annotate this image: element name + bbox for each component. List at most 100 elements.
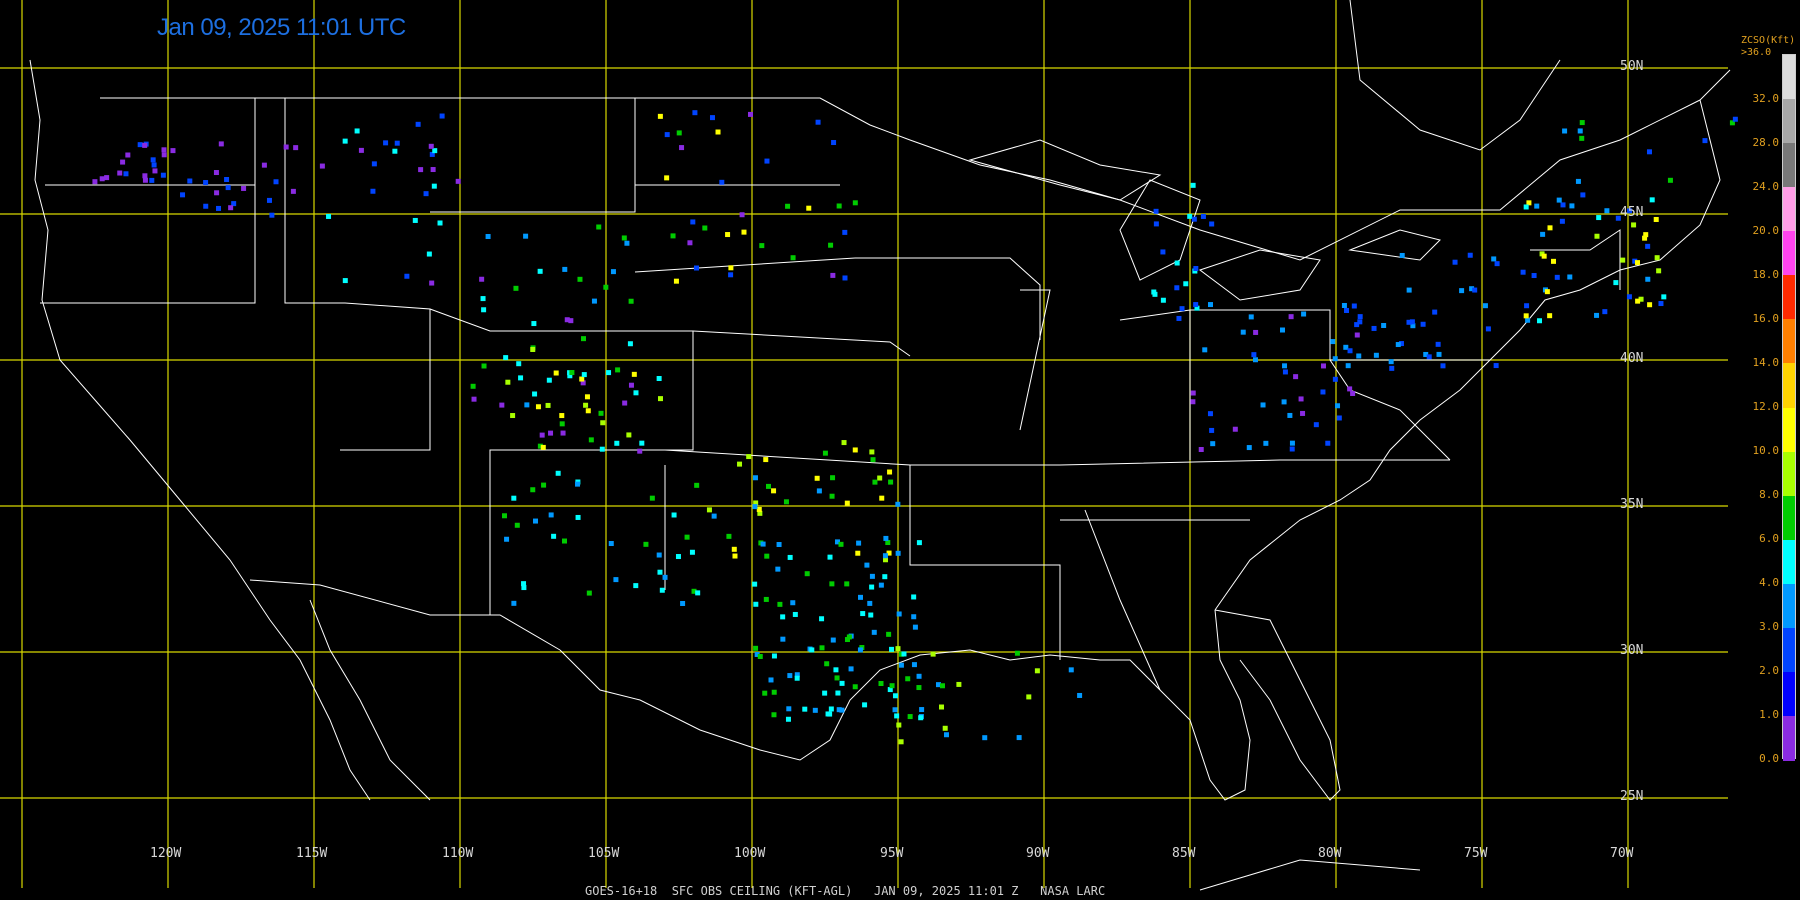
observation-marker [830, 475, 836, 481]
observation-marker [160, 172, 166, 178]
observation-marker [711, 513, 717, 519]
observation-marker [481, 363, 487, 369]
legend-color-segment [1783, 275, 1795, 320]
observation-marker [828, 706, 834, 712]
observation-marker [633, 583, 639, 589]
observation-marker [539, 432, 545, 438]
observation-marker [104, 175, 110, 181]
map-canvas [0, 0, 1738, 891]
observation-marker [485, 234, 491, 240]
observation-marker [170, 148, 176, 154]
observation-marker [499, 402, 505, 408]
observation-marker [1554, 274, 1560, 280]
observation-marker [152, 168, 158, 174]
observation-marker [161, 147, 167, 153]
observation-marker [794, 675, 800, 681]
observation-marker [581, 372, 587, 378]
observation-marker [888, 479, 894, 485]
observation-marker [1459, 288, 1465, 294]
observation-marker [1647, 302, 1653, 308]
observation-marker [203, 180, 209, 186]
observation-marker [785, 203, 791, 209]
observation-marker [855, 550, 861, 556]
observation-marker [560, 430, 566, 436]
observation-marker [1547, 313, 1553, 319]
observation-marker [852, 684, 858, 690]
legend-color-segment [1783, 143, 1795, 188]
observation-marker [939, 683, 945, 689]
observation-marker [771, 488, 777, 494]
observation-marker [555, 470, 561, 476]
observation-marker [546, 377, 552, 383]
observation-marker [1014, 650, 1020, 656]
observation-marker [1325, 440, 1331, 446]
observation-marker [502, 513, 508, 519]
observation-marker [1209, 427, 1215, 433]
observation-marker [290, 188, 296, 194]
observation-marker [656, 376, 662, 382]
longitude-label: 90W [1026, 846, 1050, 861]
observation-marker [869, 584, 875, 590]
observation-marker [844, 581, 850, 587]
observation-marker [725, 232, 731, 238]
observation-marker [664, 132, 670, 138]
observation-marker [656, 552, 662, 558]
observation-marker [596, 224, 602, 230]
observation-marker [1551, 258, 1557, 264]
observation-marker [787, 673, 793, 679]
observation-marker [879, 495, 885, 501]
observation-marker [768, 677, 774, 683]
observation-marker [753, 645, 759, 651]
observation-marker [1579, 120, 1585, 126]
observation-marker [614, 440, 620, 446]
observation-marker [1534, 203, 1540, 209]
longitude-label: 105W [588, 846, 620, 861]
observation-marker [577, 276, 583, 282]
observation-marker [1579, 135, 1585, 141]
observation-marker [878, 680, 884, 686]
legend-label: 4.0 [1759, 576, 1779, 589]
observation-marker [905, 676, 911, 682]
observation-marker [1643, 232, 1649, 238]
observation-marker [1207, 302, 1213, 308]
observation-marker [429, 280, 435, 286]
longitude-label: 75W [1464, 846, 1488, 861]
observation-marker [657, 569, 663, 575]
observation-marker [161, 152, 167, 158]
observation-marker [695, 590, 701, 596]
observation-marker [898, 662, 904, 668]
latitude-label: 45N [1620, 205, 1644, 220]
observation-marker [693, 265, 699, 271]
observation-marker [867, 600, 873, 606]
observation-marker [846, 634, 852, 640]
observation-marker [892, 707, 898, 713]
observation-marker [830, 272, 836, 278]
observation-marker [1279, 327, 1285, 333]
observation-marker [680, 600, 686, 606]
observation-marker [856, 540, 862, 546]
observation-marker [142, 142, 148, 148]
observation-marker [814, 475, 820, 481]
observation-marker [809, 647, 815, 653]
observation-marker [687, 240, 693, 246]
observation-marker [631, 371, 637, 377]
legend-label: 3.0 [1759, 620, 1779, 633]
observation-marker [824, 661, 830, 667]
observation-marker [852, 200, 858, 206]
observation-marker [1544, 289, 1550, 295]
observation-marker [610, 269, 616, 275]
observation-marker [780, 636, 786, 642]
observation-marker [836, 203, 842, 209]
legend-color-segment [1783, 319, 1795, 364]
observation-marker [689, 549, 695, 555]
observation-marker [535, 404, 541, 410]
observation-marker [831, 140, 837, 146]
observation-marker [819, 645, 825, 651]
observation-marker [1174, 260, 1180, 266]
observation-marker [662, 574, 668, 580]
observation-marker [839, 680, 845, 686]
observation-marker [540, 444, 546, 450]
observation-marker [1620, 257, 1626, 263]
observation-marker [739, 212, 745, 218]
observation-marker [225, 185, 231, 191]
